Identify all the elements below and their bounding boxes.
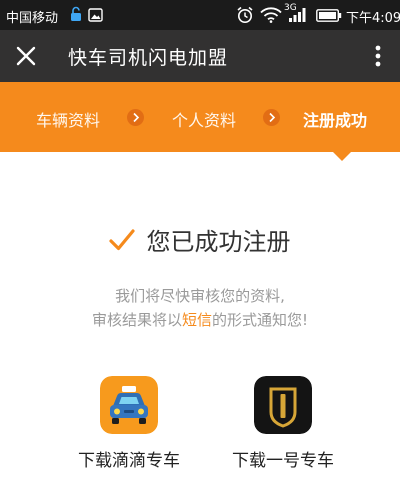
notice-line-2: 审核结果将以短信的形式通知您! [0, 308, 400, 332]
download-yihao-button[interactable]: 下载一号专车 [218, 376, 348, 471]
step-arrow-icon [263, 109, 280, 126]
registration-steps: 车辆资料 个人资料 注册成功 [0, 82, 400, 161]
yihao-car-icon[interactable] [254, 376, 312, 434]
more-options-icon[interactable] [370, 42, 386, 70]
active-step-pointer [333, 152, 351, 161]
download-didi-label[interactable]: 下载滴滴专车 [64, 446, 194, 471]
status-bar: 中国移动 3G 下午4:09 [0, 0, 400, 30]
wifi-icon [260, 7, 282, 23]
page-title: 快车司机闪电加盟 [68, 47, 229, 69]
checkmark-icon [109, 228, 136, 250]
notice-line-2-before: 审核结果将以 [91, 311, 182, 329]
title-bar: 快车司机闪电加盟 [0, 30, 400, 82]
download-yihao-label[interactable]: 下载一号专车 [218, 446, 348, 471]
lock-icon [71, 6, 81, 21]
image-notification-icon [88, 8, 103, 22]
battery-icon [316, 9, 342, 22]
review-notice: 我们将尽快审核您的资料, 审核结果将以短信的形式通知您! [0, 284, 400, 332]
success-message: 您已成功注册 [0, 222, 400, 257]
download-didi-button[interactable]: 下载滴滴专车 [64, 376, 194, 471]
status-time: 下午4:09 [346, 11, 400, 26]
step-arrow-icon [127, 109, 144, 126]
sms-highlight: 短信 [181, 311, 212, 329]
step-registration-success: 注册成功 [303, 111, 368, 130]
signal-strength-icon [289, 8, 306, 22]
success-text: 您已成功注册 [146, 228, 291, 256]
step-personal-info: 个人资料 [172, 111, 237, 130]
notice-line-2-after: 的形式通知您! [212, 311, 309, 329]
close-icon[interactable] [12, 42, 40, 70]
notice-line-1: 我们将尽快审核您的资料, [115, 287, 285, 305]
alarm-clock-icon [237, 6, 253, 23]
step-vehicle-info: 车辆资料 [36, 111, 101, 130]
didi-car-icon[interactable] [100, 376, 158, 434]
carrier-label: 中国移动 [6, 11, 59, 26]
